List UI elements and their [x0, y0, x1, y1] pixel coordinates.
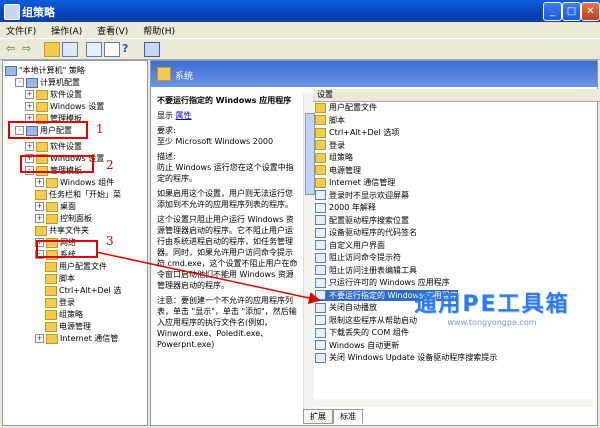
watermark: 通用PE工具箱 www.tongyongpe.com: [392, 286, 592, 327]
watermark-url: www.tongyongpe.com: [447, 318, 537, 327]
watermark-text: 通用PE工具箱: [414, 292, 570, 317]
annotation-arrow: [95, 251, 321, 304]
